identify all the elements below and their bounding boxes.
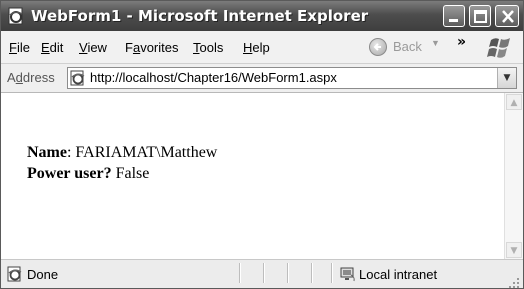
security-zone-text: Local intranet xyxy=(359,267,438,282)
back-arrow-icon xyxy=(369,38,387,56)
status-bar: Done Local intranet xyxy=(1,259,523,288)
browser-window: WebForm1 - Microsoft Internet Explorer F… xyxy=(0,0,524,289)
address-label: Address xyxy=(7,70,55,85)
name-label: Name xyxy=(27,144,67,161)
status-divider xyxy=(331,263,333,283)
maximize-button[interactable] xyxy=(469,5,491,27)
page-content: Name: FARIAMAT\Matthew Power user? False… xyxy=(1,93,523,259)
menu-file[interactable]: File xyxy=(9,40,30,55)
close-button[interactable] xyxy=(495,5,519,27)
ie-page-icon xyxy=(70,70,86,86)
power-user-line: Power user? False xyxy=(27,163,217,184)
address-input[interactable]: http://localhost/Chapter16/WebForm1.aspx… xyxy=(67,67,517,89)
menu-edit[interactable]: Edit xyxy=(41,40,63,55)
ie-page-icon xyxy=(7,7,25,25)
menu-help[interactable]: Help xyxy=(243,40,270,55)
ie-page-icon xyxy=(7,266,23,282)
status-divider xyxy=(311,263,313,283)
minimize-button[interactable] xyxy=(443,5,465,27)
window-title: WebForm1 - Microsoft Internet Explorer xyxy=(31,7,369,25)
document-body: Name: FARIAMAT\Matthew Power user? False xyxy=(27,142,217,184)
back-label: Back xyxy=(393,39,422,54)
status-divider xyxy=(287,263,289,283)
power-user-value: False xyxy=(111,165,150,182)
address-dropdown-button[interactable]: ▼ xyxy=(497,68,516,88)
status-text: Done xyxy=(27,267,59,282)
menu-tools[interactable]: Tools xyxy=(193,40,223,55)
menu-view[interactable]: View xyxy=(79,40,107,55)
toolbar-overflow-chevron[interactable]: » xyxy=(457,34,466,50)
menu-bar: File Edit View Favorites Tools Help Back… xyxy=(1,31,523,64)
power-user-label: Power user? xyxy=(27,165,112,182)
scroll-down-button[interactable]: ▼ xyxy=(506,242,522,258)
vertical-scrollbar[interactable]: ▲ ▼ xyxy=(504,93,523,259)
name-value: : FARIAMAT\Matthew xyxy=(66,144,218,161)
windows-logo-icon xyxy=(485,34,515,60)
name-line: Name: FARIAMAT\Matthew xyxy=(27,142,217,163)
status-divider xyxy=(263,263,265,283)
back-button[interactable]: Back ▼ xyxy=(365,36,445,58)
status-divider xyxy=(239,263,241,283)
address-bar: Address http://localhost/Chapter16/WebFo… xyxy=(1,64,523,93)
title-bar[interactable]: WebForm1 - Microsoft Internet Explorer xyxy=(1,1,523,31)
menu-favorites[interactable]: Favorites xyxy=(125,40,178,55)
address-url[interactable]: http://localhost/Chapter16/WebForm1.aspx xyxy=(90,70,337,85)
back-dropdown-icon[interactable]: ▼ xyxy=(431,38,440,48)
resize-grip-icon[interactable] xyxy=(508,274,520,288)
scroll-up-button[interactable]: ▲ xyxy=(506,94,522,110)
local-intranet-icon xyxy=(339,265,357,283)
